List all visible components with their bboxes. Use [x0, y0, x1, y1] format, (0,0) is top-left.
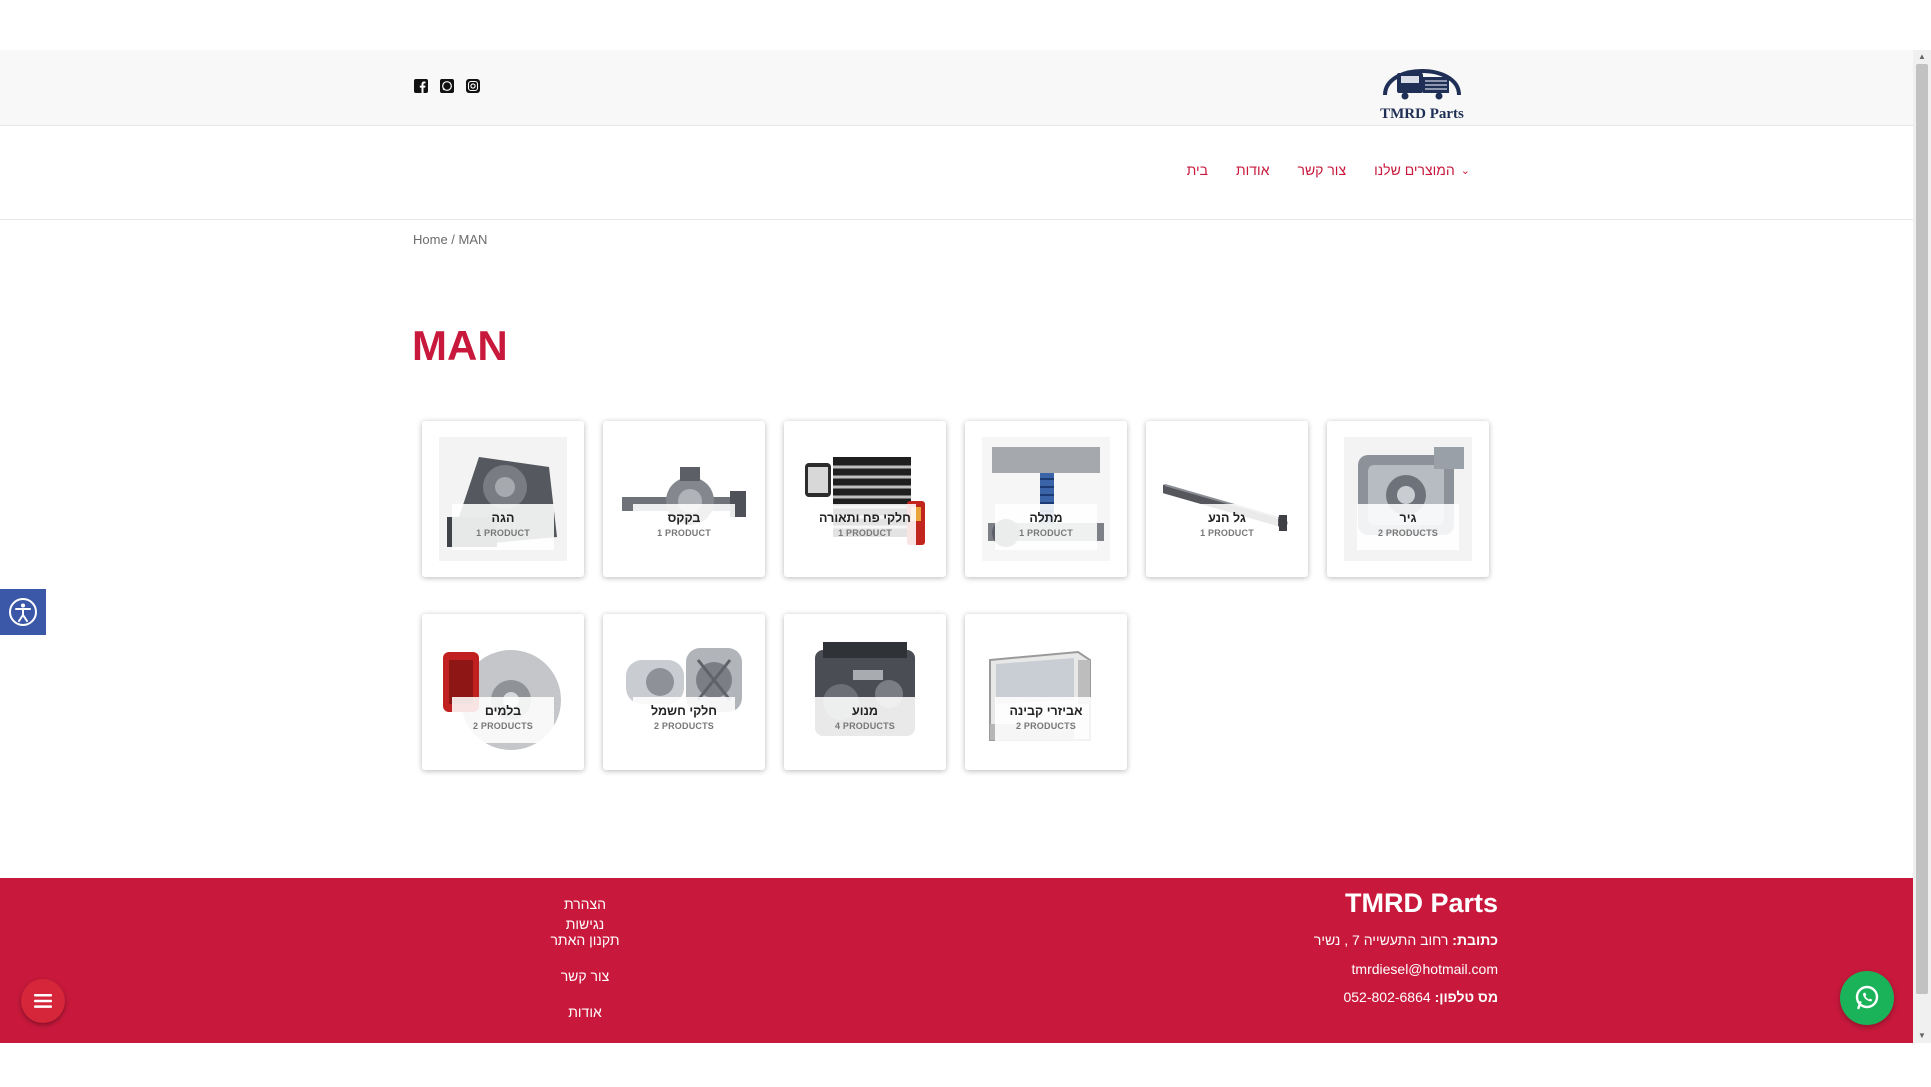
- whatsapp-icon: [1855, 985, 1879, 1010]
- whatsapp-icon[interactable]: [439, 78, 455, 94]
- site-footer: TMRD Parts כתובת: רחוב התעשייה 7 , נשיר …: [0, 878, 1913, 1043]
- category-count: 1 PRODUCT: [476, 528, 530, 538]
- category-card-engine[interactable]: מנוע 4 PRODUCTS: [784, 614, 946, 770]
- main-navbar: בית אודות צור קשר ⌄ המוצרים שלנו: [0, 126, 1913, 220]
- breadcrumb-separator: /: [447, 232, 459, 247]
- nav-item-about-label: אודות: [1235, 162, 1270, 178]
- footer-email[interactable]: tmrdiesel@hotmail.com: [1352, 961, 1498, 977]
- category-count: 2 PRODUCTS: [1377, 528, 1438, 538]
- site-logo[interactable]: TMRD Parts: [1363, 51, 1481, 123]
- category-label: בלמים 2 PRODUCTS: [452, 697, 554, 743]
- category-label: הגה 1 PRODUCT: [452, 504, 554, 550]
- floating-menu-button[interactable]: [21, 979, 65, 1023]
- category-label: בקקס 1 PRODUCT: [633, 504, 735, 550]
- category-count: 4 PRODUCTS: [834, 721, 895, 731]
- logo-text: TMRD Parts: [1380, 106, 1464, 122]
- accessibility-button[interactable]: [0, 589, 46, 635]
- footer-phone: מס טלפון: 052-802-6864: [1343, 989, 1498, 1005]
- category-card-gearbox[interactable]: גיר 2 PRODUCTS: [1327, 421, 1489, 577]
- category-count: 2 PRODUCTS: [653, 721, 714, 731]
- nav-item-products[interactable]: ⌄ המוצרים שלנו: [1360, 162, 1484, 178]
- category-name: אביזרי קבינה: [1009, 704, 1083, 718]
- category-label: מתלה 1 PRODUCT: [995, 504, 1097, 550]
- category-count: 1 PRODUCT: [1200, 528, 1254, 538]
- category-card-brakes[interactable]: בלמים 2 PRODUCTS: [422, 614, 584, 770]
- category-label: אביזרי קבינה 2 PRODUCTS: [995, 697, 1097, 743]
- category-label: חלקי חשמל 2 PRODUCTS: [633, 697, 735, 743]
- category-count: 1 PRODUCT: [1019, 528, 1073, 538]
- nav-item-contact-label: צור קשר: [1297, 162, 1347, 178]
- category-name: גל הנע: [1208, 511, 1246, 525]
- category-name: מתלה: [1029, 511, 1063, 525]
- whatsapp-chat-button[interactable]: [1840, 971, 1894, 1025]
- category-label: מנוע 4 PRODUCTS: [814, 697, 916, 743]
- footer-brand: TMRD Parts: [1344, 888, 1498, 918]
- footer-link-terms[interactable]: תקנון האתר: [545, 930, 625, 966]
- scroll-down-arrow[interactable]: ▼: [1917, 1031, 1927, 1041]
- category-card-steering[interactable]: הגה 1 PRODUCT: [422, 421, 584, 577]
- category-count: 2 PRODUCTS: [1015, 721, 1076, 731]
- category-card-electrical[interactable]: חלקי חשמל 2 PRODUCTS: [603, 614, 765, 770]
- category-card-driveshaft[interactable]: גל הנע 1 PRODUCT: [1146, 421, 1308, 577]
- main-nav: בית אודות צור קשר ⌄ המוצרים שלנו: [1173, 162, 1484, 178]
- breadcrumb-current: MAN: [458, 232, 488, 247]
- category-card-body-lights[interactable]: חלקי פח ותאורה 1 PRODUCT: [784, 421, 946, 577]
- page: TMRD Parts בית אודות צור קשר ⌄ המוצרים של…: [0, 50, 1913, 1043]
- category-card-suspension[interactable]: מתלה 1 PRODUCT: [965, 421, 1127, 577]
- category-card-cabin-accessories[interactable]: אביזרי קבינה 2 PRODUCTS: [965, 614, 1127, 770]
- page-scrollbar[interactable]: ▲ ▼: [1913, 50, 1931, 1043]
- nav-item-about[interactable]: אודות: [1222, 162, 1284, 178]
- footer-address-value: רחוב התעשייה 7 , נשיר: [1313, 932, 1449, 948]
- category-label: חלקי פח ותאורה 1 PRODUCT: [814, 504, 916, 550]
- nav-item-home-label: בית: [1186, 162, 1208, 178]
- footer-links: הצהרת נגישות תקנון האתר צור קשר אודות: [545, 894, 625, 1038]
- category-count: 1 PRODUCT: [657, 528, 711, 538]
- breadcrumb-home[interactable]: Home: [413, 232, 448, 247]
- footer-link-accessibility[interactable]: הצהרת נגישות: [545, 894, 625, 932]
- footer-phone-label: מס טלפון:: [1434, 989, 1498, 1005]
- hamburger-icon: [34, 994, 52, 1008]
- nav-item-contact[interactable]: צור קשר: [1283, 162, 1360, 178]
- category-name: מנוע: [852, 704, 878, 718]
- accessibility-icon: [9, 598, 37, 626]
- footer-address: כתובת: רחוב התעשייה 7 , נשיר: [1314, 932, 1498, 948]
- category-count: 1 PRODUCT: [838, 528, 892, 538]
- nav-item-products-label: המוצרים שלנו: [1374, 162, 1455, 178]
- category-card-differential[interactable]: בקקס 1 PRODUCT: [603, 421, 765, 577]
- nav-item-home[interactable]: בית: [1173, 162, 1222, 178]
- category-count: 2 PRODUCTS: [472, 721, 533, 731]
- category-name: גיר: [1399, 511, 1417, 525]
- footer-email-value[interactable]: tmrdiesel@hotmail.com: [1352, 961, 1498, 977]
- category-label: גיר 2 PRODUCTS: [1357, 504, 1459, 550]
- social-links: [413, 78, 481, 94]
- category-name: בלמים: [484, 704, 522, 718]
- top-bar: TMRD Parts: [0, 50, 1913, 126]
- instagram-icon[interactable]: [465, 78, 481, 94]
- chevron-down-icon[interactable]: ⌄: [1461, 164, 1470, 177]
- category-label: גל הנע 1 PRODUCT: [1176, 504, 1278, 550]
- category-name: הגה: [491, 511, 515, 525]
- footer-link-contact[interactable]: צור קשר: [545, 966, 625, 1002]
- page-title: MAN: [412, 322, 508, 369]
- category-name: בקקס: [667, 511, 701, 525]
- category-name: חלקי חשמל: [650, 704, 718, 718]
- breadcrumb: Home / MAN: [413, 232, 487, 247]
- scrollbar-thumb[interactable]: [1916, 64, 1928, 994]
- category-name: חלקי פח ותאורה: [819, 511, 911, 525]
- facebook-icon[interactable]: [413, 78, 429, 94]
- footer-link-about[interactable]: אודות: [545, 1002, 625, 1038]
- scroll-up-arrow[interactable]: ▲: [1917, 52, 1927, 62]
- footer-address-label: כתובת:: [1452, 932, 1498, 948]
- footer-phone-value[interactable]: 052-802-6864: [1343, 989, 1430, 1005]
